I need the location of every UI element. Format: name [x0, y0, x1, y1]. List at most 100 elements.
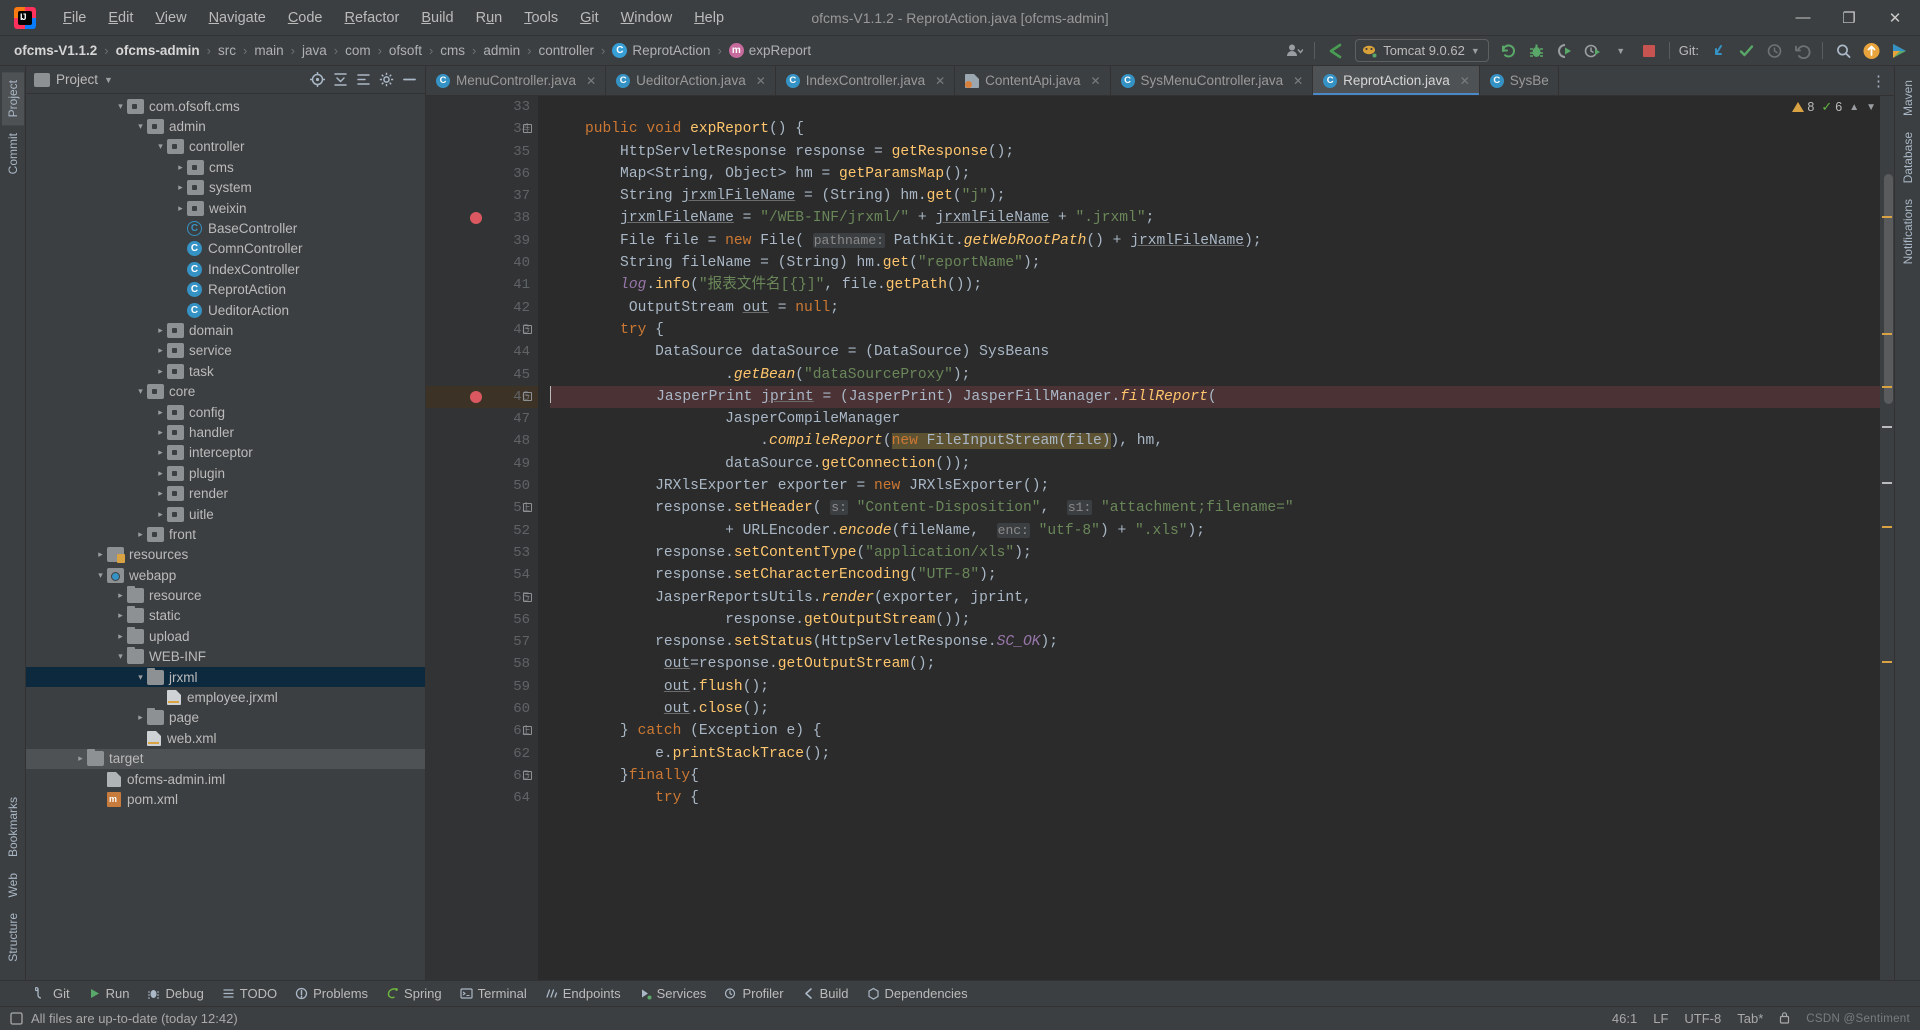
gutter-line[interactable]: 59 — [426, 676, 538, 698]
breadcrumb-java[interactable]: java — [298, 41, 331, 60]
chevron-right-icon[interactable]: ▸ — [114, 589, 127, 602]
chevron-right-icon[interactable]: ▸ — [154, 406, 167, 419]
chevron-right-icon[interactable]: ▸ — [114, 609, 127, 622]
tree-node[interactable]: web.xml — [26, 728, 425, 748]
code-line[interactable]: } catch (Exception e) { — [550, 720, 1880, 742]
chevron-right-icon[interactable]: ▸ — [154, 446, 167, 459]
tool-window-button-git[interactable]: Git — [26, 983, 79, 1004]
breadcrumb-class[interactable]: C ReprotAction — [608, 41, 714, 60]
gutter-line[interactable]: 52 — [426, 520, 538, 542]
no-arrow[interactable] — [134, 732, 147, 745]
gutter-line[interactable]: 62 — [426, 743, 538, 765]
marker-stripe[interactable] — [1882, 333, 1892, 335]
marker-stripe[interactable] — [1882, 386, 1892, 388]
breakpoint-icon[interactable] — [470, 212, 482, 225]
gutter-line[interactable]: 38 — [426, 207, 538, 229]
tree-node[interactable]: ▸ service — [26, 341, 425, 361]
gutter-line[interactable]: 34− — [426, 118, 538, 140]
code-line[interactable]: JasperReportsUtils.render(exporter, jpri… — [550, 587, 1880, 609]
breadcrumb-controller[interactable]: controller — [535, 41, 599, 60]
code-fold-icon[interactable]: − — [523, 124, 532, 134]
tool-window-button-dependencies[interactable]: Dependencies — [858, 983, 977, 1004]
more-tabs-icon[interactable]: ⋮ — [1871, 72, 1888, 90]
editor-tab[interactable]: C SysBe — [1480, 66, 1559, 95]
editor-tab[interactable]: C IndexController.java ✕ — [776, 66, 956, 95]
breadcrumb-main[interactable]: main — [250, 41, 287, 60]
user-avatar-icon[interactable] — [1281, 39, 1307, 63]
menu-build[interactable]: Build — [410, 5, 464, 31]
breadcrumb-admin[interactable]: admin — [479, 41, 524, 60]
tree-node[interactable]: ▸ config — [26, 402, 425, 422]
close-tab-icon[interactable]: ✕ — [1293, 74, 1303, 88]
code-line[interactable]: response.setContentType("application/xls… — [550, 542, 1880, 564]
gutter-line[interactable]: 50 — [426, 475, 538, 497]
gutter-line[interactable]: 37 — [426, 185, 538, 207]
tree-node[interactable]: ofcms-admin.iml — [26, 769, 425, 789]
tool-window-button-profiler[interactable]: Profiler — [715, 983, 792, 1004]
next-problem-icon[interactable]: ▼ — [1866, 102, 1876, 113]
code-line[interactable]: File file = new File( pathname: PathKit.… — [550, 230, 1880, 252]
chevron-right-icon[interactable]: ▸ — [154, 344, 167, 357]
search-everywhere-icon[interactable] — [1830, 39, 1856, 63]
chevron-down-icon[interactable]: ▾ — [114, 100, 127, 113]
tab-list-button[interactable]: ⋮ — [1865, 66, 1894, 95]
tree-node[interactable]: ▾ controller — [26, 137, 425, 157]
menu-file[interactable]: FFileile — [52, 5, 97, 31]
tree-node[interactable]: ▸ handler — [26, 422, 425, 442]
tree-node[interactable]: C UeditorAction — [26, 300, 425, 320]
tool-window-button-endpoints[interactable]: Endpoints — [536, 983, 630, 1004]
tree-node[interactable]: C BaseController — [26, 218, 425, 238]
chevron-right-icon[interactable]: ▸ — [174, 161, 187, 174]
menu-edit[interactable]: Edit — [97, 5, 144, 31]
code-line[interactable] — [550, 96, 1880, 118]
tree-node[interactable]: ▸ plugin — [26, 463, 425, 483]
gutter-line[interactable]: 63− — [426, 765, 538, 787]
chevron-down-icon[interactable]: ▾ — [114, 650, 127, 663]
tree-node[interactable]: ▸ render — [26, 483, 425, 503]
menu-bar[interactable]: FFileile Edit View Navigate Code Refacto… — [52, 5, 735, 31]
gutter-line[interactable]: 47 — [426, 408, 538, 430]
code-line[interactable]: JasperPrint jprint = (JasperPrint) Jaspe… — [550, 385, 1880, 409]
gutter-line[interactable]: 58 — [426, 653, 538, 675]
code-line[interactable]: jrxmlFileName = "/WEB-INF/jrxml/" + jrxm… — [550, 207, 1880, 229]
tool-window-button-todo[interactable]: TODO — [213, 983, 286, 1004]
run-anything-icon[interactable] — [1886, 39, 1912, 63]
profiler-icon[interactable] — [1580, 39, 1606, 63]
code-fold-icon[interactable]: − — [523, 324, 532, 334]
hide-panel-icon[interactable] — [399, 70, 419, 90]
gutter-line[interactable]: 60 — [426, 698, 538, 720]
editor-tab[interactable]: ContentApi.java ✕ — [955, 66, 1111, 95]
tree-node[interactable]: ▸ upload — [26, 626, 425, 646]
breadcrumb-module[interactable]: ofcms-admin — [112, 41, 204, 60]
tree-node[interactable]: C IndexController — [26, 259, 425, 279]
close-tab-icon[interactable]: ✕ — [935, 74, 945, 88]
gutter-line[interactable]: 57 — [426, 631, 538, 653]
chevron-right-icon[interactable]: ▸ — [154, 508, 167, 521]
tool-window-button-terminal[interactable]: Terminal — [451, 983, 536, 1004]
sidebar-item-notifications[interactable]: Notifications — [1897, 191, 1919, 272]
chevron-right-icon[interactable]: ▸ — [94, 548, 107, 561]
tree-node[interactable]: ▾ core — [26, 381, 425, 401]
code-line[interactable]: public void expReport() { — [550, 118, 1880, 140]
tool-window-button-debug[interactable]: Debug — [138, 983, 212, 1004]
editor-tab[interactable]: C UeditorAction.java ✕ — [606, 66, 776, 95]
menu-navigate[interactable]: Navigate — [198, 5, 277, 31]
tree-node[interactable]: ▸ front — [26, 524, 425, 544]
tree-node[interactable]: ▾ jrxml — [26, 666, 425, 688]
code-fold-icon[interactable]: − — [523, 391, 532, 401]
history-icon[interactable] — [1761, 39, 1787, 63]
editor-vertical-scrollbar[interactable] — [1884, 174, 1893, 404]
close-tab-icon[interactable]: ✕ — [1090, 74, 1100, 88]
gutter-line[interactable]: 49 — [426, 453, 538, 475]
editor-tab[interactable]: C SysMenuController.java ✕ — [1111, 66, 1314, 95]
chevron-right-icon[interactable]: ▸ — [174, 181, 187, 194]
rollback-icon[interactable] — [1789, 39, 1815, 63]
menu-run[interactable]: Run — [465, 5, 514, 31]
code-line[interactable]: dataSource.getConnection()); — [550, 453, 1880, 475]
code-line[interactable]: OutputStream out = null; — [550, 297, 1880, 319]
gutter-line[interactable]: 55− — [426, 587, 538, 609]
no-arrow[interactable] — [174, 242, 187, 255]
code-line[interactable]: log.info("报表文件名[{}]", file.getPath()); — [550, 274, 1880, 296]
code-line[interactable]: out=response.getOutputStream(); — [550, 653, 1880, 675]
code-line[interactable]: e.printStackTrace(); — [550, 743, 1880, 765]
